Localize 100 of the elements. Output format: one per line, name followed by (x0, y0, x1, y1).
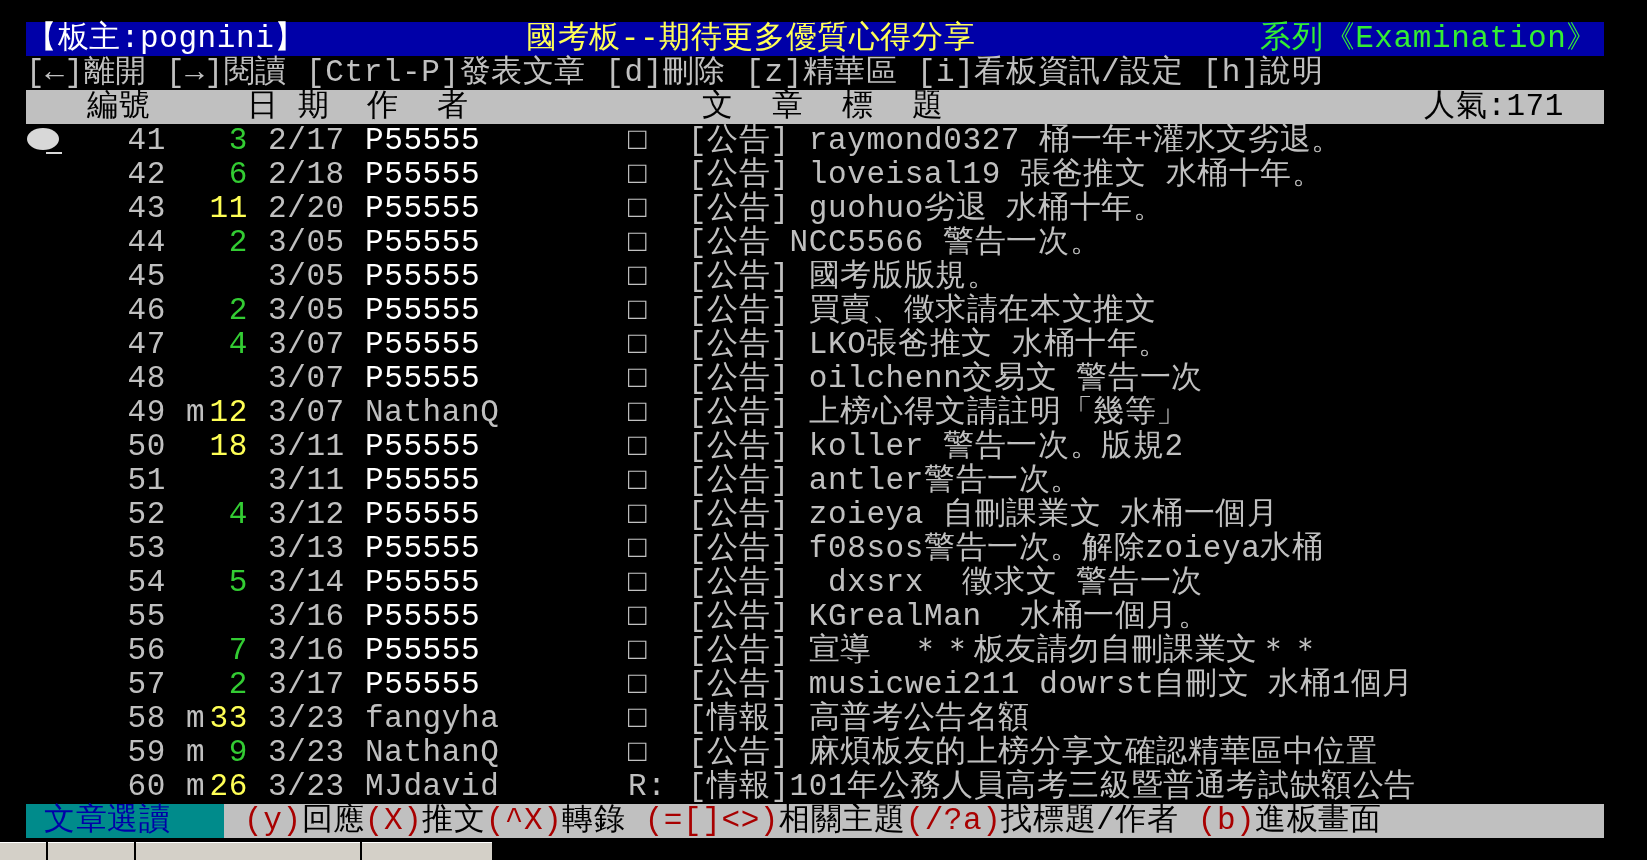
column-heading: 日 期 (247, 90, 331, 124)
column-heading: 編號 (87, 90, 152, 124)
article-title: [公告] LKO張爸推文 水桶十年。 (688, 328, 1171, 362)
post-date: 3/23 (268, 770, 346, 804)
author-name: P55555 (365, 259, 481, 294)
article-number: 57 (126, 668, 166, 702)
article-number: 47 (126, 328, 166, 362)
recommend-count: 4 (228, 497, 248, 532)
author-name: NathanQ (365, 395, 500, 430)
article-number: 55 (126, 600, 166, 634)
mark-label: m (186, 769, 206, 804)
recommend-count: 18 (209, 429, 248, 464)
author-name: P55555 (365, 225, 481, 260)
post-date: 3/07 (268, 362, 346, 396)
author-name: P55555 (365, 327, 481, 362)
recommend-count: 33 (209, 701, 248, 736)
article-number: 46 (126, 294, 166, 328)
recommend-count: 6 (228, 157, 248, 192)
post-date: 2/18 (268, 158, 346, 192)
post-date: 3/16 (268, 600, 346, 634)
command-hint[interactable]: (y)回應 (244, 803, 365, 838)
column-heading: 文 章 標 題 (702, 90, 945, 124)
author-name: P55555 (365, 429, 481, 464)
mark-label: m (186, 395, 206, 430)
article-number: 52 (126, 498, 166, 532)
article-number: 50 (126, 430, 166, 464)
read-status: □ (628, 497, 648, 532)
post-date: 3/16 (268, 634, 346, 668)
command-hint[interactable]: (=[]<>)相關主題 (644, 803, 906, 838)
article-title: [公告] 上榜心得文請註明「幾等」 (688, 396, 1188, 430)
author-name: P55555 (365, 123, 481, 158)
read-status: □ (628, 293, 648, 328)
author-name: P55555 (365, 531, 481, 566)
read-status: □ (628, 327, 648, 362)
read-status: □ (628, 531, 648, 566)
read-status: □ (628, 463, 648, 498)
recommend-count: 4 (228, 327, 248, 362)
command-hint[interactable]: (b)進板畫面 (1197, 803, 1382, 838)
read-status: □ (628, 157, 648, 192)
read-status: □ (628, 599, 648, 634)
article-number: 42 (126, 158, 166, 192)
read-status: □ (628, 667, 648, 702)
post-date: 3/05 (268, 226, 346, 260)
article-title: [公告 NCC5566 警告一次。 (688, 226, 1102, 260)
article-title: [公告] 買賣、徵求請在本文推文 (688, 294, 1157, 328)
recommend-count: 12 (209, 395, 248, 430)
post-date: 3/07 (268, 396, 346, 430)
mark-label: m (186, 735, 206, 770)
command-hint[interactable]: (^X)轉錄 (485, 803, 626, 838)
popularity-label: 人氣:171 (1424, 90, 1565, 124)
post-date: 2/17 (268, 124, 346, 158)
recommend-count: 3 (228, 123, 248, 158)
article-title: [公告] guohuo劣退 水桶十年。 (688, 192, 1165, 226)
article-number: 48 (126, 362, 166, 396)
mark-label: m (186, 701, 206, 736)
command-hint[interactable]: (X)推文 (364, 803, 486, 838)
article-number: 41 (126, 124, 166, 158)
post-date: 3/07 (268, 328, 346, 362)
article-title: [公告] koller 警告一次。版規2 (688, 430, 1184, 464)
author-name: P55555 (365, 497, 481, 532)
mode-label: 文章選讀 (26, 804, 224, 838)
article-number: 59 (126, 736, 166, 770)
article-number: 51 (126, 464, 166, 498)
article-title: [公告] loveisal19 張爸推文 水桶十年。 (688, 158, 1324, 192)
article-number: 45 (126, 260, 166, 294)
recommend-count: 2 (228, 293, 248, 328)
author-name: P55555 (365, 361, 481, 396)
article-number: 44 (126, 226, 166, 260)
recommend-count: 26 (209, 769, 248, 804)
post-date: 2/20 (268, 192, 346, 226)
author-name: P55555 (365, 191, 481, 226)
author-name: P55555 (365, 157, 481, 192)
article-title: [公告] antler警告一次。 (688, 464, 1083, 498)
author-name: P55555 (365, 667, 481, 702)
post-date: 3/05 (268, 260, 346, 294)
author-name: P55555 (365, 463, 481, 498)
article-title: [公告] KGrealMan 水桶一個月。 (688, 600, 1210, 634)
read-status: □ (628, 429, 648, 464)
article-number: 60 (126, 770, 166, 804)
author-name: P55555 (365, 599, 481, 634)
recommend-count: 11 (209, 191, 248, 226)
recommend-count: 7 (228, 633, 248, 668)
post-date: 3/14 (268, 566, 346, 600)
article-title: [公告] f08sos警告一次。解除zoieya水桶 (688, 532, 1324, 566)
recommend-count: 5 (228, 565, 248, 600)
read-status: □ (628, 735, 648, 770)
moderator-label: 【板主:pognini】 (26, 22, 308, 56)
read-status: □ (628, 191, 648, 226)
command-hint[interactable]: (/?a)找標題/作者 (905, 803, 1179, 838)
read-status: □ (628, 361, 648, 396)
recommend-count: 2 (228, 667, 248, 702)
post-date: 3/12 (268, 498, 346, 532)
column-heading: 作 者 (367, 90, 470, 124)
article-title: [情報]101年公務人員高考三級暨普通考試缺額公告 (688, 770, 1416, 804)
article-number: 43 (126, 192, 166, 226)
article-title: [公告] 國考版版規。 (688, 260, 999, 294)
article-number: 58 (126, 702, 166, 736)
article-title: [公告] raymond0327 桶一年+灌水文劣退。 (688, 124, 1343, 158)
board-title: 國考板--期待更多優質心得分享 (526, 22, 976, 56)
post-date: 3/17 (268, 668, 346, 702)
